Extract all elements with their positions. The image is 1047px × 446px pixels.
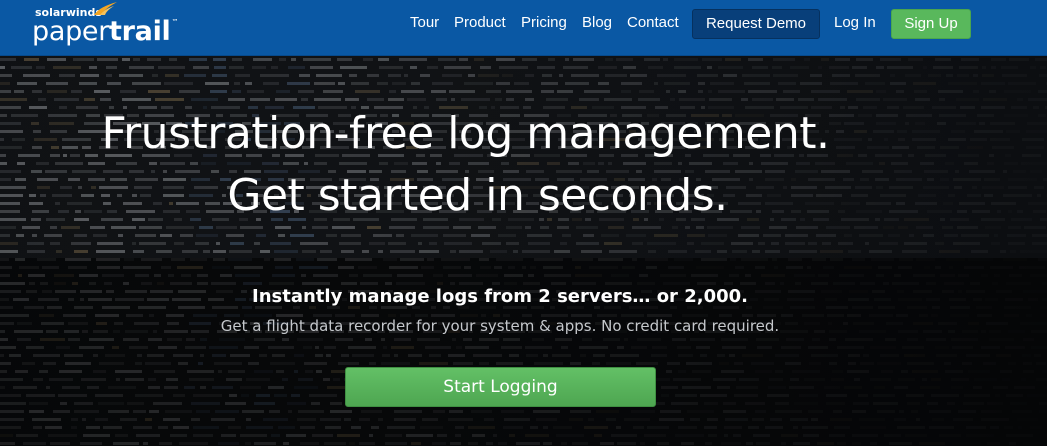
nav-link-pricing[interactable]: Pricing <box>521 14 567 31</box>
nav-link-blog[interactable]: Blog <box>582 14 612 31</box>
nav-links: Tour Product Pricing Blog Contact Reques… <box>0 0 1047 56</box>
start-logging-button[interactable]: Start Logging <box>345 367 656 407</box>
sign-up-button[interactable]: Sign Up <box>891 9 971 39</box>
nav-link-product[interactable]: Product <box>454 14 506 31</box>
hero-section: Frustration-free log management. Get sta… <box>0 56 1047 446</box>
log-in-link[interactable]: Log In <box>834 14 876 31</box>
top-navigation-bar: solarwinds papertrail™ Tour Product Pric… <box>0 0 1047 56</box>
hero-headline-line-2: Get started in seconds. <box>227 170 728 221</box>
hero-subtext: Get a flight data recorder for your syst… <box>220 317 780 335</box>
nav-link-contact[interactable]: Contact <box>627 14 679 31</box>
hero-headline-line-1: Frustration-free log management. <box>101 108 830 159</box>
request-demo-button[interactable]: Request Demo <box>692 9 820 39</box>
hero-subheadline: Instantly manage logs from 2 servers… or… <box>252 286 748 307</box>
nav-link-tour[interactable]: Tour <box>410 14 439 31</box>
